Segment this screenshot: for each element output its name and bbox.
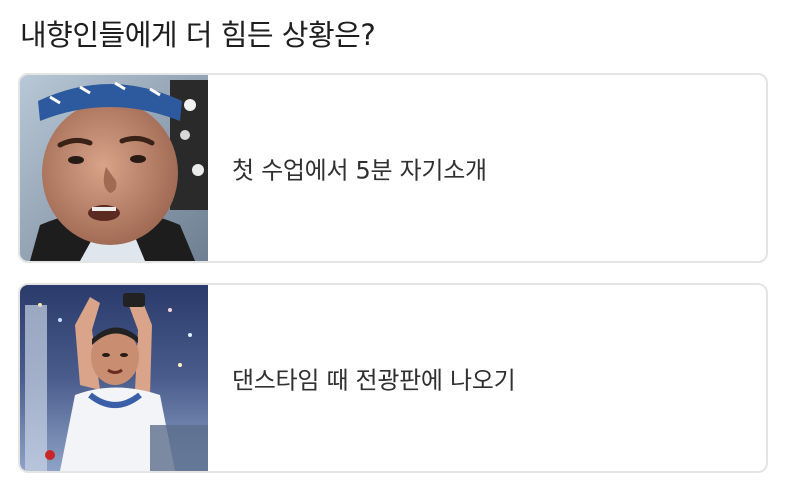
option-card-1[interactable]: 첫 수업에서 5분 자기소개 <box>18 73 768 263</box>
option-card-2[interactable]: 댄스타임 때 전광판에 나오기 <box>18 283 768 473</box>
option-1-label: 첫 수업에서 5분 자기소개 <box>232 156 487 185</box>
option-2-label: 댄스타임 때 전광판에 나오기 <box>232 366 516 395</box>
option-2-image <box>20 285 208 471</box>
option-1-image <box>20 75 208 261</box>
question-title: 내향인들에게 더 힘든 상황은? <box>20 18 376 52</box>
